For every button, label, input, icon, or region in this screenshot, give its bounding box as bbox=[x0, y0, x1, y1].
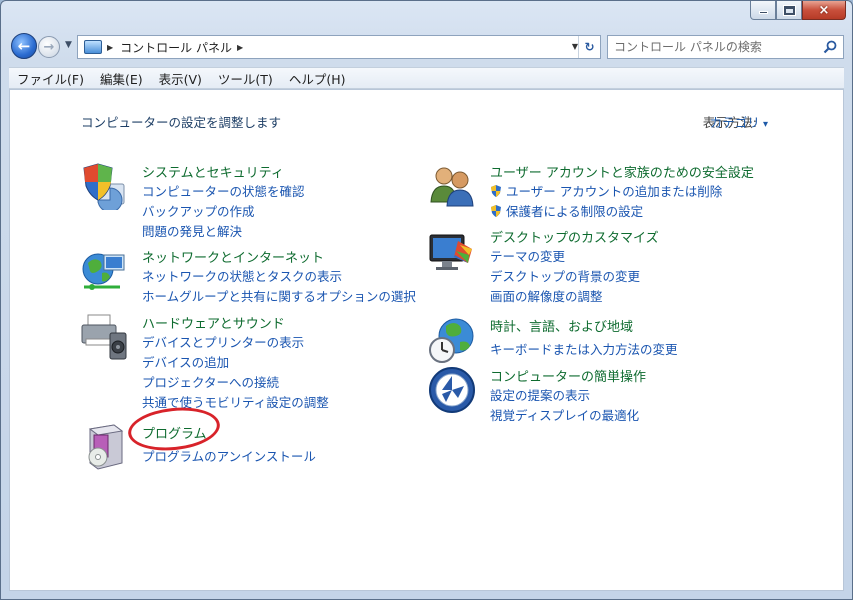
close-button[interactable]: × bbox=[802, 1, 846, 20]
control-panel-window: × ← → ▼ ▶ コントロール パネル ▶ ▼ ↻ ファイル(F) 編集(E)… bbox=[0, 0, 853, 600]
menu-help[interactable]: ヘルプ(H) bbox=[281, 69, 354, 88]
uac-shield-icon bbox=[491, 185, 501, 197]
menu-view[interactable]: 表示(V) bbox=[151, 69, 210, 88]
search-input[interactable] bbox=[614, 40, 814, 54]
uac-shield-icon bbox=[491, 205, 501, 217]
link-check-computer-status[interactable]: コンピューターの状態を確認 bbox=[142, 181, 305, 200]
control-panel-icon bbox=[84, 40, 102, 54]
category-title-ease-of-access[interactable]: コンピューターの簡単操作 bbox=[490, 366, 646, 385]
ease-of-access-icon[interactable] bbox=[428, 366, 476, 414]
link-homegroup-sharing-options[interactable]: ホームグループと共有に関するオプションの選択 bbox=[142, 286, 416, 305]
maximize-icon bbox=[783, 5, 795, 15]
link-optimize-visual-display[interactable]: 視覚ディスプレイの最適化 bbox=[490, 405, 639, 424]
minimize-button[interactable] bbox=[750, 1, 776, 20]
category-title-user-accounts[interactable]: ユーザー アカウントと家族のための安全設定 bbox=[490, 162, 754, 181]
menu-bar: ファイル(F) 編集(E) 表示(V) ツール(T) ヘルプ(H) bbox=[9, 67, 844, 89]
close-icon: × bbox=[818, 2, 830, 18]
link-network-status-tasks[interactable]: ネットワークの状態とタスクの表示 bbox=[142, 266, 342, 285]
breadcrumb-trail-arrow-icon[interactable]: ▶ bbox=[237, 43, 243, 52]
printer-speaker-icon[interactable] bbox=[80, 313, 128, 361]
category-title-network-internet[interactable]: ネットワークとインターネット bbox=[142, 247, 324, 266]
control-panel-content: コンピューターの設定を調整します 表示方法: カテゴリ システムとセキュリティ … bbox=[9, 89, 844, 591]
maximize-button[interactable] bbox=[776, 1, 802, 20]
category-title-hardware-sound[interactable]: ハードウェアとサウンド bbox=[142, 313, 285, 332]
shield-pie-icon[interactable] bbox=[80, 162, 128, 210]
link-parental-controls[interactable]: 保護者による制限の設定 bbox=[490, 201, 643, 220]
users-icon[interactable] bbox=[428, 162, 476, 210]
category-title-system-security[interactable]: システムとセキュリティ bbox=[142, 162, 284, 181]
link-change-desktop-background[interactable]: デスクトップの背景の変更 bbox=[490, 266, 640, 285]
link-change-keyboard-input[interactable]: キーボードまたは入力方法の変更 bbox=[490, 339, 678, 358]
link-adjust-screen-resolution[interactable]: 画面の解像度の調整 bbox=[490, 286, 603, 305]
link-add-device[interactable]: デバイスの追加 bbox=[142, 352, 229, 371]
link-add-remove-user-label[interactable]: ユーザー アカウントの追加または削除 bbox=[506, 184, 722, 199]
link-change-theme[interactable]: テーマの変更 bbox=[490, 246, 565, 265]
page-heading: コンピューターの設定を調整します bbox=[81, 115, 282, 130]
breadcrumb-separator-icon[interactable]: ▶ bbox=[107, 43, 113, 52]
monitor-palette-icon[interactable] bbox=[428, 227, 476, 275]
back-arrow-icon: ← bbox=[17, 37, 31, 55]
link-connect-projector[interactable]: プロジェクターへの接続 bbox=[142, 372, 279, 391]
view-by-dropdown[interactable]: カテゴリ bbox=[710, 112, 768, 131]
menu-file[interactable]: ファイル(F) bbox=[9, 69, 92, 88]
globe-network-icon[interactable] bbox=[80, 247, 128, 295]
menu-edit[interactable]: 編集(E) bbox=[92, 69, 151, 88]
navigation-bar: ← → ▼ ▶ コントロール パネル ▶ ▼ ↻ bbox=[9, 31, 844, 61]
forward-button[interactable]: → bbox=[38, 36, 60, 58]
forward-arrow-icon: → bbox=[43, 39, 55, 55]
link-add-remove-user[interactable]: ユーザー アカウントの追加または削除 bbox=[490, 181, 722, 200]
refresh-button[interactable]: ↻ bbox=[578, 36, 600, 58]
search-box[interactable] bbox=[607, 35, 844, 59]
back-button[interactable]: ← bbox=[11, 33, 37, 59]
link-devices-printers[interactable]: デバイスとプリンターの表示 bbox=[142, 332, 304, 351]
minimize-icon bbox=[758, 11, 768, 14]
link-find-fix-problems[interactable]: 問題の発見と解決 bbox=[142, 221, 242, 240]
menu-tools[interactable]: ツール(T) bbox=[210, 69, 281, 88]
link-parental-controls-label[interactable]: 保護者による制限の設定 bbox=[506, 204, 643, 219]
recent-pages-dropdown[interactable]: ▼ bbox=[65, 40, 72, 50]
category-title-appearance[interactable]: デスクトップのカスタマイズ bbox=[490, 227, 659, 246]
program-box-icon[interactable] bbox=[80, 423, 128, 471]
link-create-backup[interactable]: バックアップの作成 bbox=[142, 201, 255, 220]
breadcrumb-control-panel[interactable]: コントロール パネル bbox=[120, 39, 232, 56]
address-bar[interactable]: ▶ コントロール パネル ▶ ▼ ↻ bbox=[77, 35, 601, 59]
search-icon[interactable] bbox=[823, 40, 837, 54]
window-caption-buttons: × bbox=[750, 1, 846, 21]
globe-clock-icon[interactable] bbox=[428, 316, 476, 364]
link-get-recommendations[interactable]: 設定の提案の表示 bbox=[490, 385, 590, 404]
category-title-clock-language-region[interactable]: 時計、言語、および地域 bbox=[490, 316, 633, 335]
